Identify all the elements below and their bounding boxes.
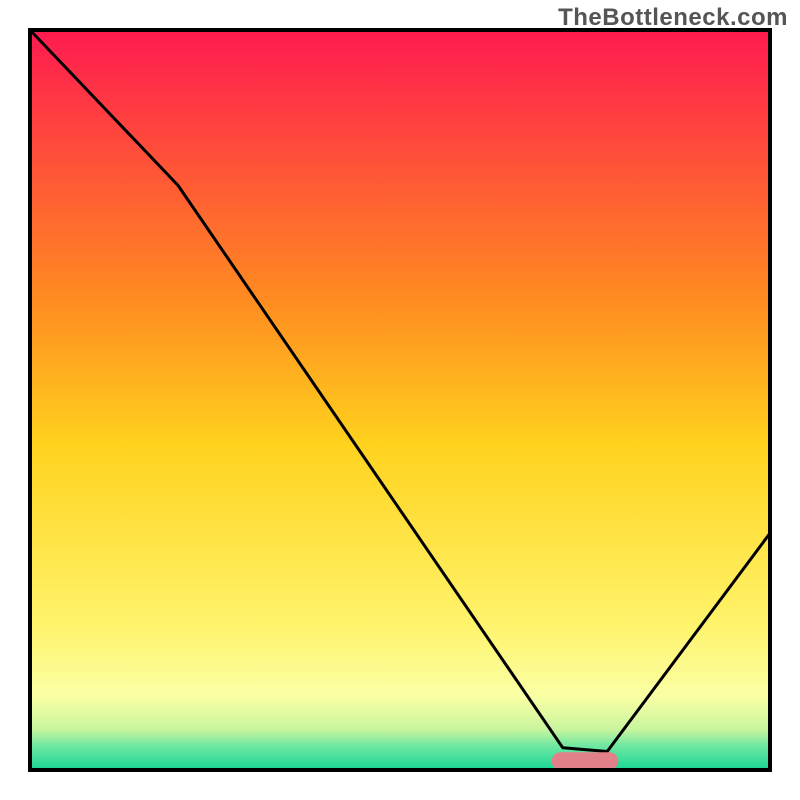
optimal-marker bbox=[552, 752, 619, 770]
plot-background bbox=[30, 30, 770, 770]
watermark-text: TheBottleneck.com bbox=[558, 4, 788, 32]
chart-container: TheBottleneck.com bbox=[0, 0, 800, 800]
bottleneck-chart bbox=[0, 0, 800, 800]
